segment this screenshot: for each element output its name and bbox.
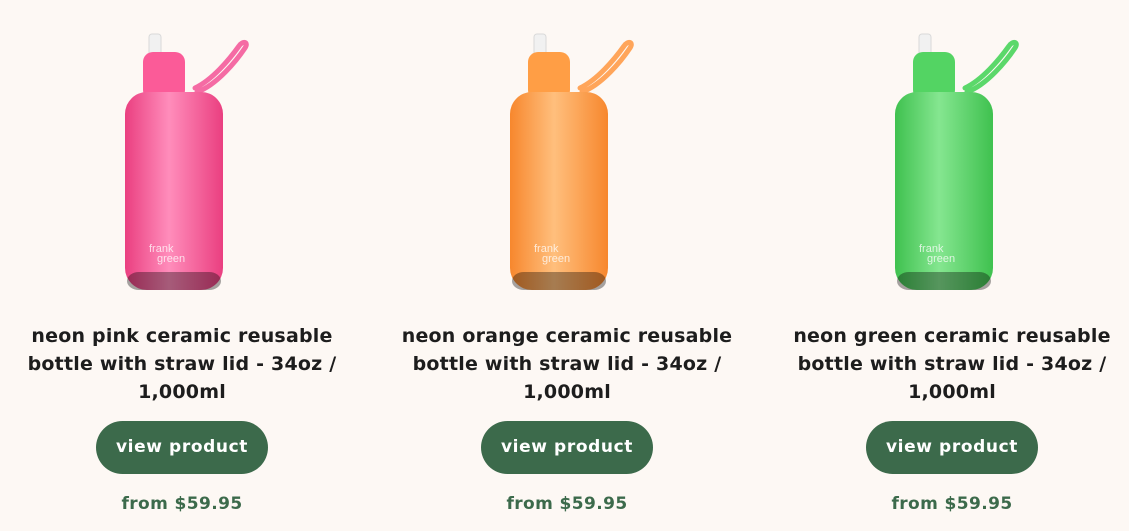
product-image[interactable]: frank green bbox=[867, 30, 1037, 300]
product-image[interactable]: frank green bbox=[482, 30, 652, 300]
product-grid: frank green neon pink ceramic reusable b… bbox=[0, 0, 1129, 531]
product-title-line: 1,000ml bbox=[138, 381, 226, 403]
view-product-button[interactable]: view product bbox=[481, 421, 653, 474]
product-card: frank green neon green ceramic reusable … bbox=[772, 0, 1129, 531]
product-price: from $59.95 bbox=[891, 494, 1013, 514]
product-title-line: bottle with straw lid - 34oz / bbox=[27, 353, 337, 375]
product-card: frank green neon pink ceramic reusable b… bbox=[2, 0, 362, 531]
product-card: frank green neon orange ceramic reusable… bbox=[387, 0, 747, 531]
product-title[interactable]: neon orange ceramic reusable bottle with… bbox=[387, 322, 747, 406]
product-title-line: 1,000ml bbox=[523, 381, 611, 403]
product-price: from $59.95 bbox=[121, 494, 243, 514]
product-title-line: neon orange ceramic reusable bbox=[401, 325, 733, 347]
product-title-line: bottle with straw lid - 34oz / bbox=[797, 353, 1107, 375]
product-title-line: neon pink ceramic reusable bbox=[31, 325, 333, 347]
view-product-button[interactable]: view product bbox=[866, 421, 1038, 474]
view-product-button[interactable]: view product bbox=[96, 421, 268, 474]
bottle-illustration: frank green bbox=[510, 33, 634, 290]
svg-text:green: green bbox=[157, 253, 185, 265]
product-image[interactable]: frank green bbox=[97, 30, 267, 300]
product-title-line: 1,000ml bbox=[908, 381, 996, 403]
product-title[interactable]: neon green ceramic reusable bottle with … bbox=[772, 322, 1129, 406]
bottle-illustration: frank green bbox=[125, 33, 249, 290]
svg-text:green: green bbox=[927, 253, 955, 265]
product-price: from $59.95 bbox=[506, 494, 628, 514]
product-title[interactable]: neon pink ceramic reusable bottle with s… bbox=[2, 322, 362, 406]
bottle-illustration: frank green bbox=[895, 33, 1019, 290]
product-title-line: bottle with straw lid - 34oz / bbox=[412, 353, 722, 375]
product-title-line: neon green ceramic reusable bbox=[793, 325, 1111, 347]
svg-text:green: green bbox=[542, 253, 570, 265]
